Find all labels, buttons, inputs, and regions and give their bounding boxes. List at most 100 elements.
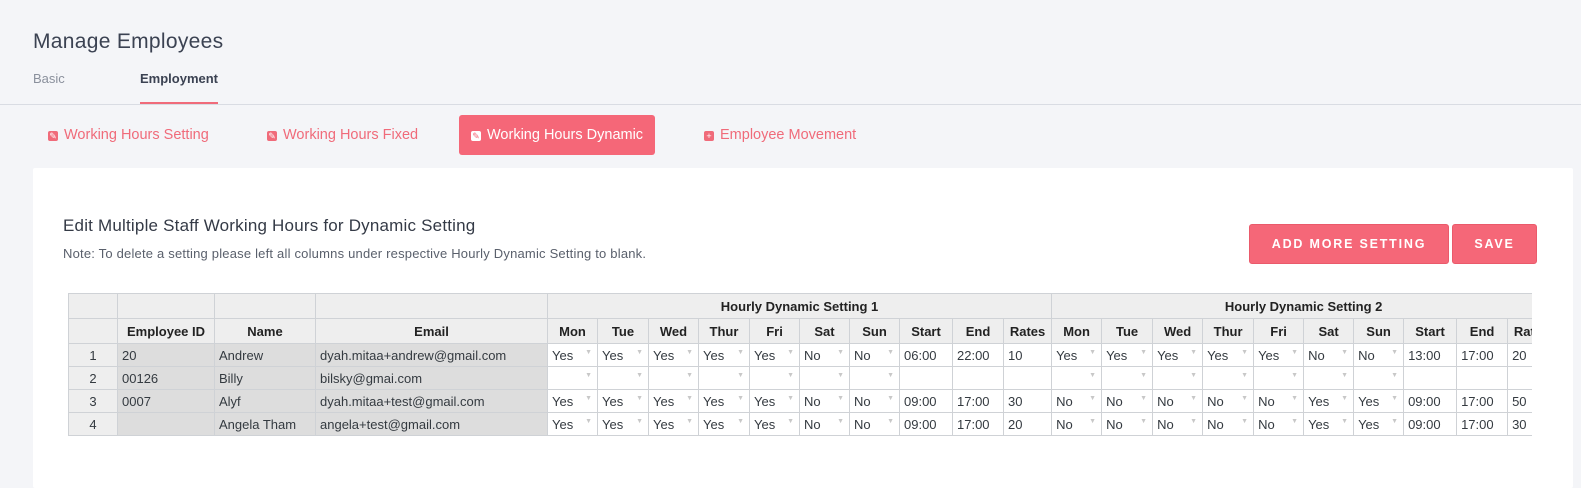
time-rate-cell[interactable]: 09:00 xyxy=(1403,412,1458,436)
time-rate-cell[interactable]: 17:00 xyxy=(1456,412,1509,436)
day-select-cell[interactable]: Yes xyxy=(648,412,699,436)
day-select-cell[interactable]: Yes xyxy=(1353,389,1405,413)
time-rate-cell[interactable]: 30 xyxy=(1002,389,1053,413)
subtab-label: Working Hours Fixed xyxy=(283,127,419,143)
day-select-cell[interactable]: Yes xyxy=(749,389,800,413)
day-select-cell[interactable] xyxy=(648,366,699,390)
day-select-cell[interactable]: Yes xyxy=(597,389,649,413)
time-rate-cell[interactable]: 17:00 xyxy=(1456,389,1509,413)
time-rate-cell[interactable]: 20 xyxy=(1002,412,1053,436)
day-select-cell[interactable]: No xyxy=(849,412,900,436)
day-select-cell[interactable]: Yes xyxy=(749,412,800,436)
column-header: Name xyxy=(214,318,316,344)
day-select-cell[interactable]: Yes xyxy=(547,343,598,367)
day-select-cell[interactable]: Yes xyxy=(1303,412,1355,436)
day-select-cell[interactable]: Yes xyxy=(1051,343,1103,367)
subtab-working-hours-dynamic[interactable]: ✎ Working Hours Dynamic xyxy=(459,115,656,155)
time-rate-cell[interactable]: 09:00 xyxy=(899,389,953,413)
save-button[interactable]: SAVE xyxy=(1452,224,1537,264)
day-select-cell[interactable]: No xyxy=(799,412,850,436)
email-cell: bilsky@gmai.com xyxy=(315,366,548,390)
subtab-label: Working Hours Setting xyxy=(64,127,209,143)
subtab-working-hours-setting[interactable]: ✎ Working Hours Setting xyxy=(36,115,221,155)
time-rate-cell[interactable]: 50 xyxy=(1507,389,1532,413)
day-select-cell[interactable]: Yes xyxy=(698,343,750,367)
day-select-cell[interactable]: No xyxy=(1303,343,1355,367)
time-rate-cell[interactable]: 09:00 xyxy=(1403,389,1458,413)
day-select-cell[interactable]: No xyxy=(1051,412,1103,436)
tab-employment[interactable]: Employment xyxy=(140,70,219,104)
time-rate-cell[interactable] xyxy=(899,366,953,390)
day-select-cell[interactable]: Yes xyxy=(1253,343,1305,367)
day-select-cell[interactable]: No xyxy=(849,389,900,413)
day-select-cell[interactable]: No xyxy=(1353,343,1405,367)
day-select-cell[interactable]: Yes xyxy=(1353,412,1405,436)
spreadsheet-grid: Hourly Dynamic Setting 1 Hourly Dynamic S… xyxy=(68,293,1532,438)
day-select-cell[interactable]: No xyxy=(799,389,850,413)
time-rate-cell[interactable] xyxy=(1002,366,1053,390)
day-select-cell[interactable]: No xyxy=(1253,412,1305,436)
time-rate-cell[interactable]: 30 xyxy=(1507,412,1532,436)
day-select-cell[interactable]: No xyxy=(1202,389,1255,413)
time-rate-cell[interactable]: 20 xyxy=(1507,343,1532,367)
day-select-cell[interactable]: Yes xyxy=(698,389,750,413)
tab-bar: Basic Employment xyxy=(0,70,1581,105)
day-select-cell[interactable]: Yes xyxy=(749,343,800,367)
time-rate-cell[interactable]: 13:00 xyxy=(1403,343,1458,367)
day-select-cell[interactable]: No xyxy=(1101,389,1154,413)
day-select-cell[interactable] xyxy=(1353,366,1405,390)
day-select-cell[interactable]: No xyxy=(1101,412,1154,436)
day-select-cell[interactable]: No xyxy=(1253,389,1305,413)
time-rate-cell[interactable]: 17:00 xyxy=(952,412,1004,436)
day-select-cell[interactable]: Yes xyxy=(648,389,699,413)
row-number: 4 xyxy=(68,412,118,436)
day-select-cell[interactable]: Yes xyxy=(1202,343,1255,367)
subtab-working-hours-fixed[interactable]: ✎ Working Hours Fixed xyxy=(255,115,430,155)
day-select-cell[interactable]: Yes xyxy=(597,343,649,367)
day-select-cell[interactable] xyxy=(698,366,750,390)
time-rate-cell[interactable]: 10 xyxy=(1002,343,1053,367)
time-rate-cell[interactable]: 17:00 xyxy=(1456,343,1509,367)
tab-basic[interactable]: Basic xyxy=(33,70,65,103)
time-rate-cell[interactable]: 06:00 xyxy=(899,343,953,367)
time-rate-cell[interactable]: 22:00 xyxy=(952,343,1004,367)
email-cell: dyah.mitaa+andrew@gmail.com xyxy=(315,343,548,367)
day-select-cell[interactable] xyxy=(1051,366,1103,390)
day-select-cell[interactable] xyxy=(1202,366,1255,390)
day-select-cell[interactable]: No xyxy=(1051,389,1103,413)
column-header: Sat xyxy=(799,318,850,344)
day-select-cell[interactable]: No xyxy=(799,343,850,367)
column-header: Fri xyxy=(1253,318,1305,344)
time-rate-cell[interactable]: 17:00 xyxy=(952,389,1004,413)
time-rate-cell[interactable]: 09:00 xyxy=(899,412,953,436)
day-select-cell[interactable] xyxy=(749,366,800,390)
day-select-cell[interactable] xyxy=(597,366,649,390)
day-select-cell[interactable]: No xyxy=(1152,412,1204,436)
day-select-cell[interactable] xyxy=(1152,366,1204,390)
day-select-cell[interactable]: No xyxy=(849,343,900,367)
day-select-cell[interactable]: Yes xyxy=(1152,343,1204,367)
time-rate-cell[interactable] xyxy=(952,366,1004,390)
day-select-cell[interactable]: Yes xyxy=(698,412,750,436)
day-select-cell[interactable] xyxy=(1101,366,1154,390)
day-select-cell[interactable]: No xyxy=(1152,389,1204,413)
time-rate-cell[interactable] xyxy=(1507,366,1532,390)
day-select-cell[interactable]: No xyxy=(1202,412,1255,436)
group-header-row: Hourly Dynamic Setting 1 Hourly Dynamic S… xyxy=(68,293,1532,319)
time-rate-cell[interactable] xyxy=(1403,366,1458,390)
day-select-cell[interactable] xyxy=(1303,366,1355,390)
day-select-cell[interactable] xyxy=(799,366,850,390)
day-select-cell[interactable] xyxy=(849,366,900,390)
day-select-cell[interactable]: Yes xyxy=(547,389,598,413)
time-rate-cell[interactable] xyxy=(1456,366,1509,390)
day-select-cell[interactable] xyxy=(1253,366,1305,390)
day-select-cell[interactable]: Yes xyxy=(1303,389,1355,413)
add-more-setting-button[interactable]: ADD MORE SETTING xyxy=(1249,224,1449,264)
day-select-cell[interactable]: Yes xyxy=(547,412,598,436)
day-select-cell[interactable]: Yes xyxy=(597,412,649,436)
day-select-cell[interactable]: Yes xyxy=(1101,343,1154,367)
day-select-cell[interactable]: Yes xyxy=(648,343,699,367)
subtab-employee-movement[interactable]: + Employee Movement xyxy=(692,115,868,155)
page-title: Manage Employees xyxy=(33,30,224,53)
day-select-cell[interactable] xyxy=(547,366,598,390)
